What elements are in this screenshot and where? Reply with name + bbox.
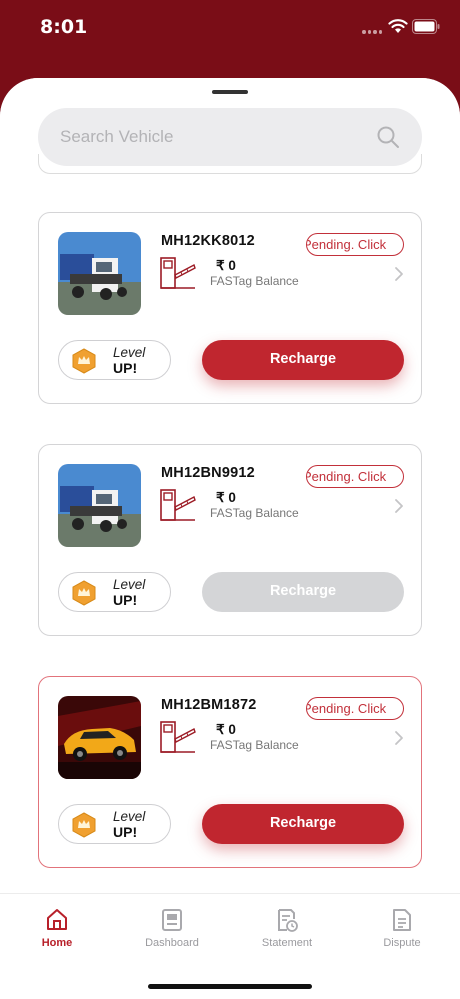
vehicle-image (58, 696, 141, 779)
dashboard-icon (162, 909, 182, 931)
tab-statement-label: Statement (261, 937, 313, 949)
tab-dispute-label: Dispute (383, 937, 421, 949)
vehicle-image (58, 232, 141, 315)
pending-status-text: Pending. Click (306, 469, 387, 484)
pending-status-text: Pending. Click (306, 237, 387, 252)
vehicle-plate: MH12BN9912 (161, 465, 255, 481)
search-placeholder: Search Vehicle (60, 127, 174, 146)
crown-icon (72, 580, 96, 606)
statement-icon (278, 909, 298, 932)
cellular-signal-icon (362, 30, 382, 34)
recharge-label: Recharge (269, 351, 337, 367)
level-up-label: UP! (113, 360, 138, 376)
tab-home-label: Home (41, 937, 73, 949)
level-up-label: UP! (113, 824, 138, 840)
chevron-right-icon[interactable] (394, 730, 404, 746)
search-icon[interactable] (376, 125, 400, 149)
vehicle-image (58, 464, 141, 547)
status-time: 8:01 (40, 16, 88, 38)
tab-dashboard[interactable]: Dashboard (132, 908, 212, 958)
recharge-button[interactable]: Recharge (202, 804, 404, 844)
level-up-label: UP! (113, 592, 138, 608)
vehicle-card[interactable]: MH12BN9912 Pending. Click ₹ 0 FASTag Bal… (38, 444, 422, 636)
fastag-balance-value: ₹ 0 (216, 258, 236, 273)
level-label: Level (113, 345, 146, 360)
level-up-badge[interactable]: Level UP! (58, 804, 171, 844)
home-indicator[interactable] (148, 984, 312, 989)
pending-status-badge[interactable]: Pending. Click (306, 465, 404, 488)
crown-icon (72, 348, 96, 374)
fastag-balance-label: FASTag Balance (210, 274, 299, 288)
dispute-icon (393, 909, 411, 931)
recharge-label: Recharge (269, 815, 337, 831)
vehicle-card[interactable]: MH12BM1872 Pending. Click ₹ 0 FASTag Bal… (38, 676, 422, 868)
recharge-label: Recharge (269, 583, 337, 599)
fastag-balance-label: FASTag Balance (210, 738, 299, 752)
home-icon (47, 909, 67, 930)
vehicle-plate: MH12KK8012 (161, 233, 255, 249)
toll-gate-icon (160, 257, 196, 289)
sheet-grabber[interactable] (212, 90, 248, 94)
wifi-icon (388, 19, 408, 33)
chevron-right-icon[interactable] (394, 266, 404, 282)
vehicle-card[interactable]: MH12KK8012 Pending. Click ₹ 0 FASTag Bal… (38, 212, 422, 404)
toll-gate-icon (160, 721, 196, 753)
toll-gate-icon (160, 489, 196, 521)
search-input[interactable]: Search Vehicle (38, 108, 422, 166)
tab-home[interactable]: Home (17, 908, 97, 958)
tab-dashboard-label: Dashboard (145, 937, 199, 949)
main-sheet: Search Vehicle MH12KK8012 Pending. Click… (0, 78, 460, 999)
tab-dispute[interactable]: Dispute (362, 908, 442, 958)
pending-status-badge[interactable]: Pending. Click (306, 233, 404, 256)
recharge-button[interactable]: Recharge (202, 340, 404, 380)
chevron-right-icon[interactable] (394, 498, 404, 514)
pending-status-text: Pending. Click (306, 701, 387, 716)
level-label: Level (113, 577, 146, 592)
fastag-balance-value: ₹ 0 (216, 490, 236, 505)
fastag-balance-label: FASTag Balance (210, 506, 299, 520)
crown-icon (72, 812, 96, 838)
vehicle-plate: MH12BM1872 (161, 697, 257, 713)
level-label: Level (113, 809, 146, 824)
level-up-badge[interactable]: Level UP! (58, 572, 171, 612)
pending-status-badge[interactable]: Pending. Click (306, 697, 404, 720)
fastag-balance-value: ₹ 0 (216, 722, 236, 737)
status-bar: 8:01 (0, 0, 460, 56)
tab-statement[interactable]: Statement (247, 908, 327, 958)
recharge-button[interactable]: Recharge (202, 572, 404, 612)
bottom-tab-bar: Home Dashboard Statement Dispute (0, 893, 460, 999)
level-up-badge[interactable]: Level UP! (58, 340, 171, 380)
battery-icon (412, 19, 440, 34)
